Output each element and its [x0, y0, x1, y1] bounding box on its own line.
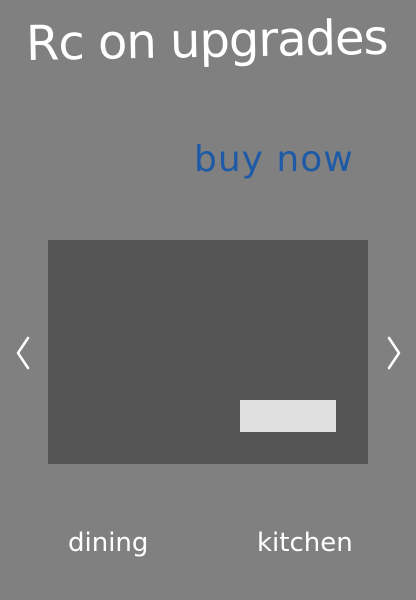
carousel-cta-button[interactable] — [240, 400, 336, 432]
buy-now-link[interactable]: buy now — [194, 132, 354, 188]
carousel-next-button[interactable] — [381, 328, 405, 378]
category-link-dining[interactable]: dining — [68, 516, 148, 570]
chevron-right-icon — [387, 336, 401, 370]
carousel-image-placeholder — [48, 240, 368, 464]
page-title: Rc on upgrades — [25, 9, 388, 72]
category-link-kitchen[interactable]: kitchen — [257, 516, 353, 570]
carousel-prev-button[interactable] — [12, 328, 36, 378]
chevron-left-icon — [16, 336, 30, 370]
